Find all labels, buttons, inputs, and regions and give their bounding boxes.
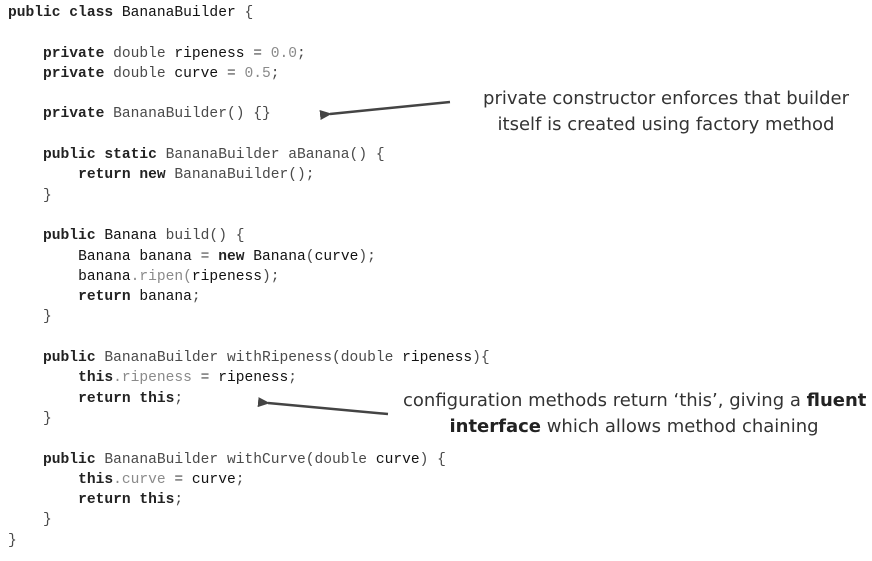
arrow-to-return-this (257, 397, 389, 416)
annotation-arrows (257, 100, 451, 416)
arrow-to-private-constructor (319, 100, 451, 120)
